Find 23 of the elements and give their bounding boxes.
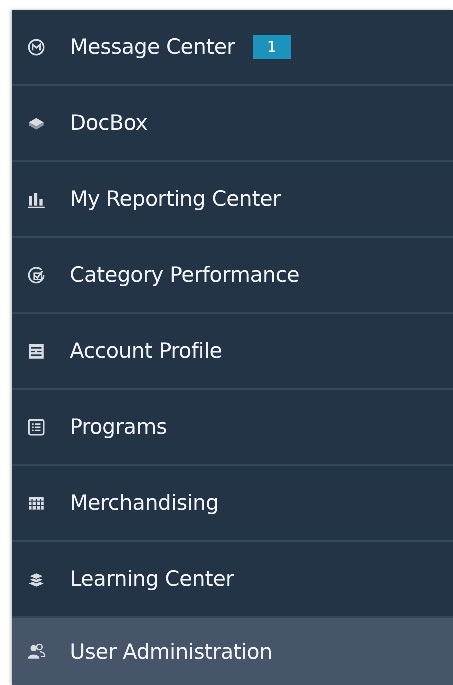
list-icon: [27, 418, 46, 436]
form-icon: [27, 342, 46, 360]
count-badge: 1: [253, 35, 291, 59]
message-icon: [27, 38, 46, 56]
sidebar-item[interactable]: Programs: [12, 390, 453, 466]
users-icon: [27, 642, 46, 661]
item-label: Programs: [70, 415, 168, 439]
item-label: Learning Center: [70, 567, 234, 591]
item-label: Message Center: [70, 35, 236, 59]
item-label: My Reporting Center: [70, 187, 281, 211]
item-label: DocBox: [70, 111, 148, 135]
sidebar-item[interactable]: Category Performance: [12, 238, 453, 314]
sidebar-item[interactable]: Account Profile: [12, 314, 453, 390]
sidebar-item[interactable]: DocBox: [12, 86, 453, 162]
sidebar-item[interactable]: Merchandising: [12, 466, 453, 542]
item-label: Account Profile: [70, 339, 222, 363]
sidebar-item[interactable]: User Administration: [12, 618, 453, 685]
item-label: User Administration: [70, 640, 273, 664]
sidebar-item[interactable]: Message Center 1: [12, 10, 453, 86]
item-label: Merchandising: [70, 491, 219, 515]
check-gauge-icon: [27, 266, 46, 284]
item-label: Category Performance: [70, 263, 300, 287]
sidebar-item[interactable]: My Reporting Center: [12, 162, 453, 238]
